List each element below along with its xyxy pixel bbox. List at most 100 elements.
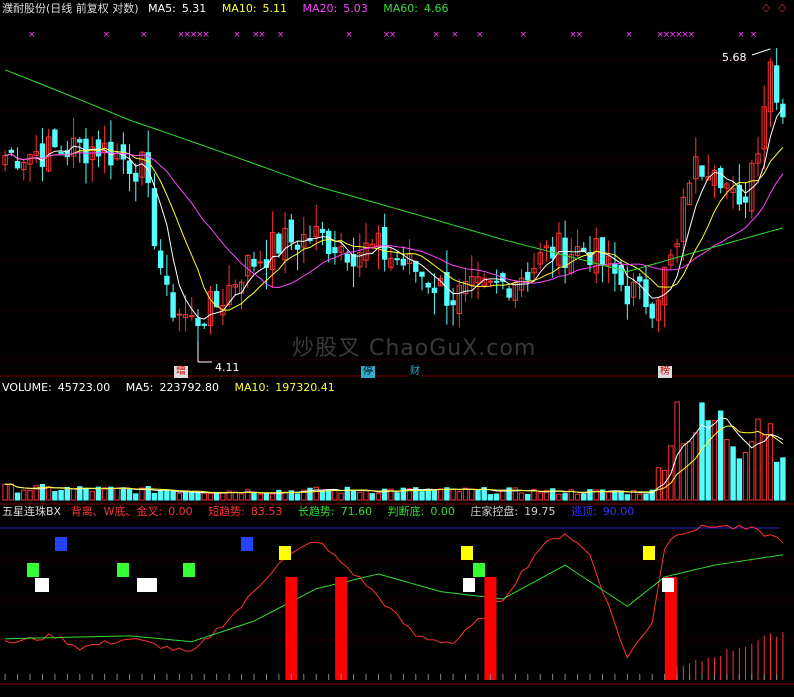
volume-bar xyxy=(773,461,780,501)
volume-bar xyxy=(686,441,693,501)
vol-ma10-line xyxy=(5,425,784,494)
volume-bar xyxy=(587,489,593,501)
candle-body xyxy=(637,276,643,282)
volume-bar xyxy=(419,491,425,501)
signal-square xyxy=(35,578,49,592)
volume-bar xyxy=(350,489,357,501)
volume-bar xyxy=(562,493,568,501)
candle-body xyxy=(506,288,512,298)
signal-square xyxy=(279,546,291,560)
volume-bar xyxy=(612,491,618,501)
marker-cai[interactable]: 财 xyxy=(408,366,422,378)
signal-square xyxy=(117,563,129,577)
candle-body xyxy=(157,250,164,269)
volume-bar xyxy=(394,492,400,501)
high-price-label: 5.68 xyxy=(722,51,747,64)
volume-bar xyxy=(437,488,444,501)
volume-bar xyxy=(680,443,687,501)
signal-mark: × xyxy=(737,30,745,40)
candle-body xyxy=(52,129,58,148)
volume-bar xyxy=(537,492,543,501)
volume-bar xyxy=(251,492,257,501)
volume-bar xyxy=(232,491,239,501)
diamond-icon[interactable]: ◇ xyxy=(762,1,770,14)
volume-bar xyxy=(730,446,736,501)
volume-bar xyxy=(52,491,58,501)
ma10-readout: MA10: 5.11 xyxy=(221,2,288,15)
volume-bar xyxy=(58,489,64,501)
candle-body xyxy=(624,285,631,305)
volume-bar xyxy=(344,486,351,501)
candle-body xyxy=(257,261,263,264)
volume-bar xyxy=(189,492,195,501)
main-header: 濮耐股份(日线 前复权 对数) MA5: 5.31 MA10: 5.11 MA20:… xyxy=(2,2,460,16)
candle-body xyxy=(133,172,139,182)
escape-top-readout: 逃顶: 90.00 xyxy=(571,505,635,518)
volume-bar xyxy=(164,490,170,501)
watermark: 炒股叉 ChaoGuX.com xyxy=(292,336,537,361)
candle-body xyxy=(419,271,425,277)
volume-bar xyxy=(456,491,463,501)
marker-ting[interactable]: 停 xyxy=(361,366,375,378)
candle-body xyxy=(400,258,407,266)
ma10-line xyxy=(4,146,784,311)
signal-square xyxy=(662,578,674,592)
volume-bar xyxy=(257,493,263,501)
candle-body xyxy=(394,258,400,261)
candle-body xyxy=(294,244,301,250)
volume-bar xyxy=(182,491,189,501)
long-trend-readout: 长趋势: 71.60 xyxy=(297,505,373,518)
candle-body xyxy=(450,300,456,306)
volume-bar xyxy=(220,492,226,501)
volume-bar xyxy=(213,492,220,501)
signal-mark: × xyxy=(520,30,528,40)
marker-bang[interactable]: 榜 xyxy=(658,366,672,378)
volume-bar xyxy=(705,420,711,501)
candle-body xyxy=(176,313,183,316)
signal-mark: × xyxy=(625,30,633,40)
volume-bar xyxy=(70,488,77,501)
signal-square xyxy=(241,537,253,551)
short-trend-readout: 短趋势: 83.53 xyxy=(208,505,283,518)
volume-bar xyxy=(126,488,133,501)
candle-body xyxy=(201,323,207,326)
candle-body xyxy=(276,233,282,254)
ma60-line xyxy=(4,69,784,273)
signal-mark: × xyxy=(389,30,397,40)
divergence-readout: 背离、W底、金叉: 0.00 xyxy=(70,505,193,518)
signal-mark: × xyxy=(233,30,241,40)
volume-bar xyxy=(114,487,120,501)
signal-square xyxy=(463,578,475,592)
candle-body xyxy=(151,188,158,247)
volume-bar xyxy=(693,432,699,501)
volume-bar xyxy=(101,487,108,501)
volume-bar xyxy=(363,489,369,501)
diamond-icon[interactable]: ◇ xyxy=(778,1,786,14)
bottom-signal-bar xyxy=(335,576,348,680)
volume-bar xyxy=(556,493,562,501)
bottom-signal-bar xyxy=(285,576,298,680)
candle-body xyxy=(618,264,624,285)
volume-bar xyxy=(263,492,270,501)
volume-bar xyxy=(605,491,612,501)
marker-zeng[interactable]: 增 xyxy=(174,366,188,378)
candle-body xyxy=(14,160,21,169)
indicator-name: 五星连珠BX xyxy=(2,505,62,518)
candle-body xyxy=(493,280,500,283)
candle-body xyxy=(431,287,438,293)
signal-square xyxy=(27,563,39,577)
stock-title: 濮耐股份(日线 前复权 对数) xyxy=(2,2,139,15)
candle-body xyxy=(325,230,332,255)
volume-bar xyxy=(475,489,481,501)
volume-bar xyxy=(8,483,15,501)
signal-mark: × xyxy=(750,30,758,40)
volume-bar xyxy=(269,493,276,501)
volume-bar xyxy=(624,494,631,501)
volume-bar xyxy=(294,493,301,501)
candle-body xyxy=(699,165,705,177)
candle-body xyxy=(717,167,724,189)
ma20-readout: MA20: 5.03 xyxy=(302,2,368,15)
volume-bar xyxy=(749,441,755,501)
volume-bar xyxy=(64,486,71,501)
signal-mark: × xyxy=(277,30,285,40)
